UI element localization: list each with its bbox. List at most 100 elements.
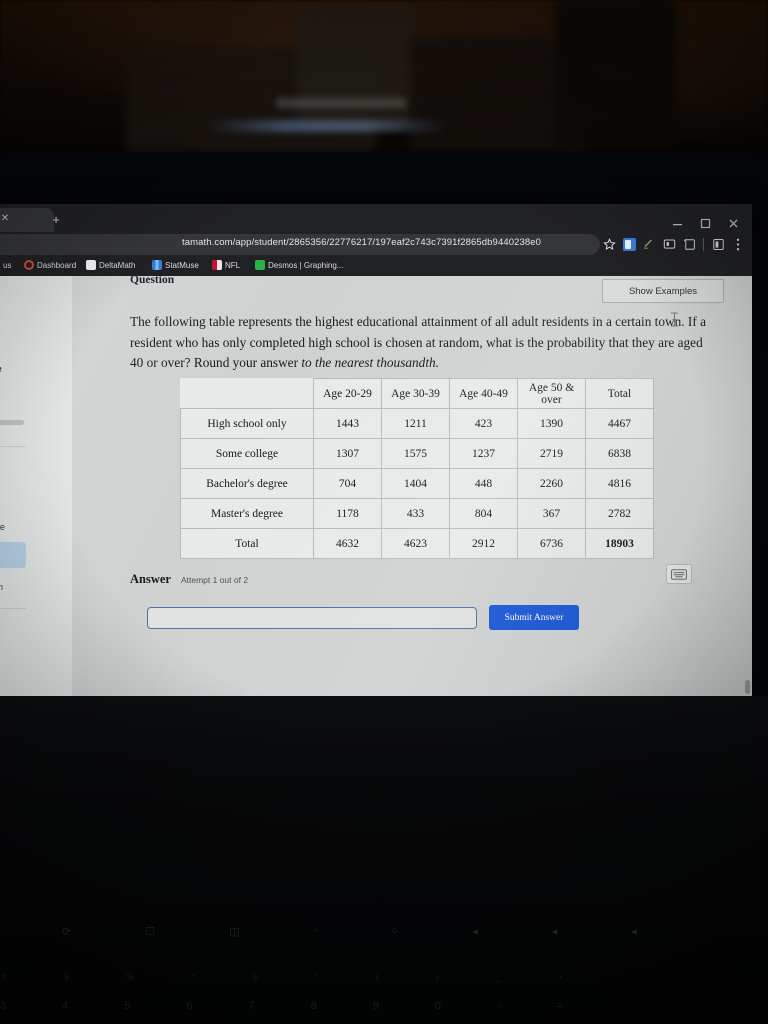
browser-tab[interactable]: ation ✕: [0, 208, 54, 232]
table-row: Bachelor's degree 704 1404 448 2260 4816: [180, 468, 654, 499]
bookmarks-bar: us Dashboard DeltaMath StatMuse NFL Desm…: [0, 258, 752, 276]
bookmark-favicon: [152, 260, 162, 270]
key-symbol: %: [126, 972, 135, 982]
sidebar-title: actice: [0, 363, 2, 375]
key-number: 8: [310, 1000, 317, 1012]
photo-of-laptop: ation ✕ + tamath.com/app/student/2865356…: [0, 0, 768, 1024]
row-label: Bachelor's degree: [180, 468, 314, 499]
media-cast-icon[interactable]: [659, 235, 679, 253]
bookmark-item[interactable]: NFL: [212, 260, 240, 270]
sidebar-item-from-a-table[interactable]: rom a Table: [0, 514, 26, 540]
profile-icon[interactable]: [708, 235, 728, 253]
table-header-row: Age 20-29 Age 30-39 Age 40-49 Age 50 & o…: [180, 378, 654, 409]
keyboard-symbol-row: # $ % ^ & * ( ) _ +: [0, 972, 768, 982]
bookmark-label: Dashboard: [37, 260, 77, 270]
key-symbol: ): [435, 972, 439, 982]
bookmark-item[interactable]: Dashboard: [24, 260, 76, 270]
extension-icon[interactable]: [619, 235, 639, 253]
cell-total: 2782: [585, 498, 654, 529]
background-room: [0, 0, 768, 152]
row-label: Some college: [180, 438, 314, 469]
scrollbar-thumb[interactable]: [745, 680, 750, 694]
keyboard-number-row: 3 4 5 6 7 8 9 0 - =: [0, 1000, 768, 1012]
question-text-emphasis: to the nearest thousandth.: [301, 355, 439, 370]
key-number: -: [497, 1000, 501, 1012]
tab-close-icon[interactable]: ✕: [0, 212, 12, 226]
bookmark-label: Desmos | Graphing...: [268, 260, 344, 270]
cell: 367: [517, 498, 586, 529]
bookmark-star-icon[interactable]: [599, 235, 619, 253]
background-screen-glow: [206, 120, 446, 132]
cell: 1443: [313, 408, 382, 439]
key-number: 6: [186, 1000, 193, 1012]
cell: 6736: [517, 528, 586, 559]
cell: 4632: [313, 528, 382, 559]
close-icon[interactable]: [728, 218, 740, 230]
cell: 1404: [381, 468, 450, 499]
bookmark-label: NFL: [225, 260, 241, 270]
row-label: Total: [180, 528, 314, 559]
cell: 2912: [449, 528, 518, 559]
cell: 4623: [381, 528, 450, 559]
col-age-40-49: Age 40-49: [449, 378, 518, 409]
sidebar-item-0[interactable]: [0, 454, 26, 480]
table-row: High school only 1443 1211 423 1390 4467: [180, 408, 654, 439]
bookmark-label: DeltaMath: [99, 260, 136, 270]
answer-input[interactable]: [147, 607, 477, 629]
question-text: The following table represents the highe…: [130, 312, 706, 374]
cell-total: 4467: [585, 408, 654, 439]
key-mute: ◂: [472, 926, 478, 938]
key-number: 9: [372, 1000, 379, 1012]
col-age-50-over: Age 50 & over: [517, 378, 586, 409]
bookmark-favicon: [86, 260, 96, 270]
answer-header: Answer Attempt 1 out of 2: [130, 572, 248, 587]
table-corner-cell: [180, 378, 314, 409]
browser-window: ation ✕ + tamath.com/app/student/2865356…: [0, 204, 752, 696]
key-number: 7: [248, 1000, 255, 1012]
bookmark-favicon: [255, 260, 265, 270]
key-brightness-up: ○: [391, 925, 399, 937]
key-number: 4: [62, 1000, 69, 1012]
background-highlight: [276, 98, 406, 108]
question-heading: Question: [130, 276, 175, 286]
url-text: tamath.com/app/student/2865356/22776217/…: [182, 237, 542, 248]
sidebar-item-way-table[interactable]: Way Table: [0, 484, 26, 510]
omnibox-actions: [599, 235, 748, 253]
sidebar: actice Way Table rom a Table from Table …: [0, 276, 72, 696]
key-number: 3: [0, 1000, 7, 1012]
bookmark-item[interactable]: DeltaMath: [86, 260, 135, 270]
attempt-counter: Attempt 1 out of 2: [180, 575, 249, 585]
maximize-icon[interactable]: [700, 218, 712, 230]
minimize-icon[interactable]: [672, 218, 684, 230]
key-symbol: #: [2, 972, 8, 982]
cell: 1390: [517, 408, 586, 439]
submit-answer-button[interactable]: Submit Answer: [489, 605, 579, 630]
cell: 448: [449, 468, 518, 499]
new-tab-icon[interactable]: +: [47, 211, 65, 229]
bookmark-label: StatMuse: [165, 260, 199, 270]
sidebar-item-from-table[interactable]: from Table: [0, 542, 26, 568]
key-volume-up: ◂: [631, 926, 637, 938]
pencil-icon[interactable]: [639, 235, 659, 253]
cell: 1575: [381, 438, 450, 469]
bookmark-item[interactable]: us: [0, 260, 11, 270]
sidebar-item-description[interactable]: Description: [0, 574, 26, 600]
key-number: =: [556, 1000, 564, 1012]
cell: 1211: [381, 408, 450, 439]
background-object: [296, 8, 416, 128]
row-label: Master's degree: [180, 498, 314, 529]
show-examples-button[interactable]: Show Examples: [602, 279, 724, 303]
col-age-30-39: Age 30-39: [381, 378, 450, 409]
bookmark-item[interactable]: StatMuse: [152, 260, 199, 270]
bookmark-item[interactable]: Desmos | Graphing...: [255, 260, 343, 270]
key-volume-down: ◂: [551, 926, 558, 938]
row-label: High school only: [180, 408, 314, 439]
key-symbol: ^: [191, 972, 196, 982]
key-number: 5: [124, 1000, 131, 1012]
progress-bar: [0, 420, 24, 425]
keyboard-icon[interactable]: [666, 564, 692, 584]
browser-omnibox-row: tamath.com/app/student/2865356/22776217/…: [0, 232, 752, 258]
side-panel-icon[interactable]: [679, 235, 699, 253]
kebab-menu-icon[interactable]: [728, 235, 748, 253]
cell: 804: [449, 498, 518, 529]
